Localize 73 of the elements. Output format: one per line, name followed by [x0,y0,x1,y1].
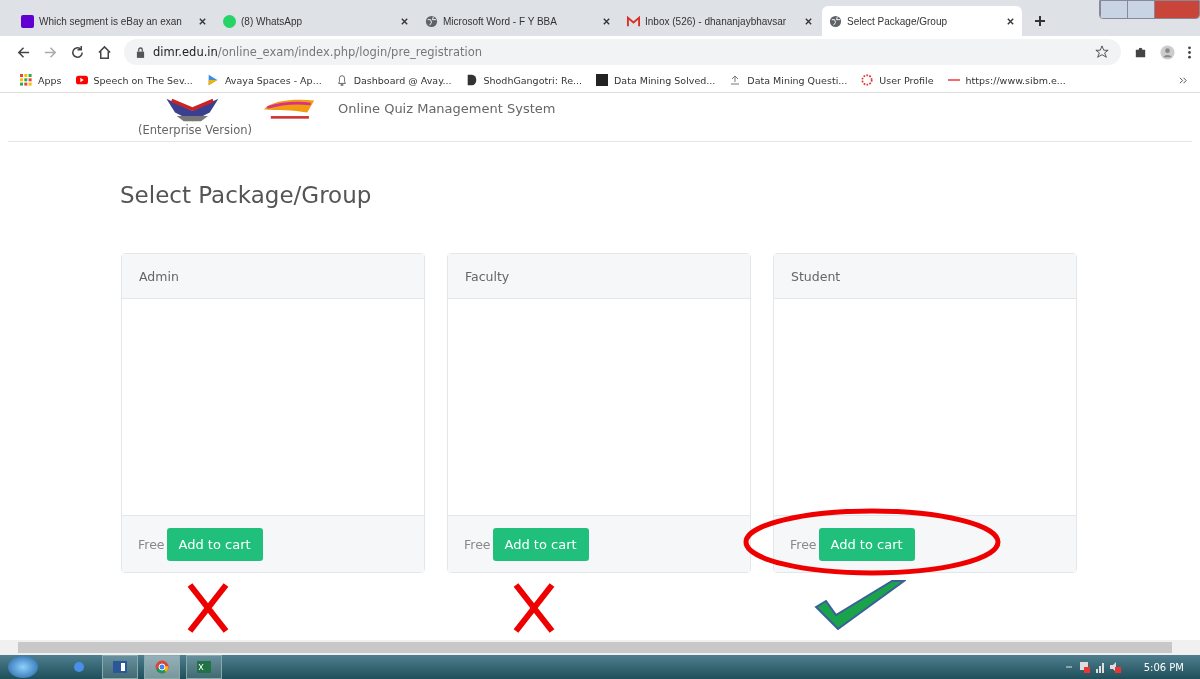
tab-title: Microsoft Word - F Y BBA [443,15,558,27]
lock-icon [136,46,145,58]
browser-tab[interactable]: Inbox (526) - dhananjaybhavsar [620,6,820,36]
star-icon[interactable] [1095,45,1109,59]
close-icon[interactable] [1006,16,1015,26]
horizontal-scrollbar[interactable] [0,640,1200,655]
bookmark[interactable]: Apps [20,74,62,86]
url-host: dimr.edu.in [153,45,218,59]
package-name: Admin [139,268,179,284]
bookmark-label: https://www.sibm.e... [965,74,1066,86]
price-label: Free [790,536,817,552]
check-mark-icon [814,579,906,631]
upload-icon [729,74,742,86]
reload-icon[interactable] [70,44,85,60]
bookmark[interactable]: Avaya Spaces - Ap... [206,74,322,86]
package-name: Student [791,268,841,284]
bookmark-label: Data Mining Questi... [747,74,848,86]
video-icon [75,74,88,86]
letter-icon [465,74,478,86]
address-field[interactable]: dimr.edu.in/online_exam/index.php/login/pre_registration [124,39,1121,65]
bookmark-label: Dashboard @ Avay... [353,74,452,86]
bookmark[interactable]: https://www.sibm.e... [947,74,1066,86]
page-title: Select Package/Group [120,182,373,208]
tab-title: Which segment is eBay an exan [39,15,183,27]
close-icon[interactable] [400,16,409,26]
price-label: Free [464,536,491,552]
browser-tab[interactable]: Microsoft Word - F Y BBA [418,6,618,36]
bell-icon [335,74,348,86]
play-icon [206,74,219,86]
close-icon[interactable] [602,16,611,26]
avatar-icon[interactable] [1160,44,1175,60]
bookmark[interactable]: ShodhGangotri: Re... [465,74,583,86]
start-button[interactable] [8,656,38,678]
tab-title: Inbox (526) - dhananjaybhavsar [645,15,788,27]
globe-icon [829,14,842,28]
price-label: Free [138,536,165,552]
tray-icons[interactable] [1063,660,1124,674]
ring-icon [861,74,874,86]
window-controls[interactable] [1099,0,1200,19]
app-name: Online Quiz Management System [338,100,556,116]
url-path: /online_exam/index.php/login/pre_registration [217,45,483,59]
browser-tab[interactable]: Select Package/Group [822,6,1022,36]
globe-icon [425,14,438,28]
browser-tab[interactable]: (8) WhatsApp [216,6,416,36]
clock: 5:06 PM [1143,661,1184,673]
bookmark[interactable]: Speech on The Sev... [75,74,193,86]
square-icon [596,74,609,86]
bookmark-label: Apps [38,74,62,86]
apps-grid-icon [20,74,32,86]
cross-mark-icon [186,581,230,635]
chat-icon [223,14,236,28]
bookmark-label: User Profile [879,74,934,86]
taskbar-app-icon[interactable] [102,655,138,679]
close-icon[interactable] [804,16,813,26]
chevrons-icon[interactable] [1179,75,1188,85]
tab-title: (8) WhatsApp [241,15,304,27]
browser-tab[interactable]: Which segment is eBay an exan [14,6,214,36]
cross-mark-icon [512,581,556,635]
bookmark[interactable]: Data Mining Questi... [729,74,848,86]
tab-title: Select Package/Group [847,15,949,27]
home-icon[interactable] [97,44,112,60]
mail-icon [627,14,640,28]
menu-icon[interactable] [1187,44,1192,60]
bookmark[interactable]: User Profile [861,74,934,86]
edition-label: (Enterprise Version) [138,123,253,137]
yahoo-icon [21,14,34,28]
close-icon[interactable] [198,16,207,26]
new-tab-icon[interactable] [1034,15,1046,27]
bookmark-label: ShodhGangotri: Re... [483,74,583,86]
bookmark-label: Avaya Spaces - Ap... [224,74,322,86]
package-name: Faculty [465,268,510,284]
bookmark[interactable]: Dashboard @ Avay... [335,74,452,86]
bookmark-label: Speech on The Sev... [93,74,193,86]
